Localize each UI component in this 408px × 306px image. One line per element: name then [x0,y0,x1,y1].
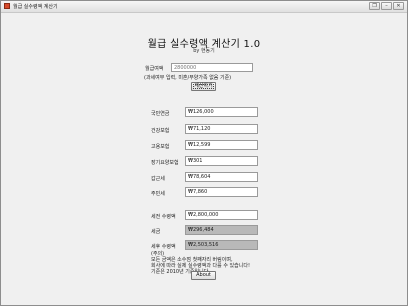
title-bar[interactable]: 월급 실수령액 계산기 ❐ – ✕ [1,1,407,13]
salary-note: (과세여부 입력, 미혼/부양가족 없음 기준) [144,75,232,81]
deduction-value: ₩126,000 [185,107,258,117]
summary-label: 세전 수령액 [151,214,176,220]
deduction-label: 국민연금 [151,111,170,117]
deduction-value: ₩78,604 [185,172,258,182]
summary-label: 세후 수령액 [151,244,176,250]
deduction-value: ₩71,120 [185,124,258,134]
window-controls: ❐ – ✕ [369,2,404,10]
deduction-label: 갑근세 [151,176,165,182]
pre-tax-total: ₩2,800,000 [185,210,258,220]
summary-label: 세금 [151,229,161,235]
deduction-value: ₩301 [185,156,258,166]
minimize-icon[interactable]: – [381,2,392,10]
deduction-value: ₩12,599 [185,140,258,150]
calculate-button[interactable]: 계산하기 [191,82,216,91]
deduction-label: 장기요양보험 [151,160,179,166]
window-title: 월급 실수령액 계산기 [13,4,58,10]
deduction-label: 건강보험 [151,128,170,134]
salary-input[interactable]: 2800000 [171,63,253,72]
salary-label: 월급여액 [145,66,164,72]
tax-total: ₩296,484 [185,225,258,235]
app-window: 월급 실수령액 계산기 ❐ – ✕ 월급 실수령액 계산기 1.0 by 현동기… [0,0,408,306]
deduction-value: ₩7,860 [185,187,258,197]
deduction-label: 주민세 [151,191,165,197]
close-icon[interactable]: ✕ [393,2,404,10]
deduction-label: 고용보험 [151,144,170,150]
app-icon [4,3,10,9]
about-button[interactable]: About [191,271,216,280]
app-author: by 현동기 [193,48,215,54]
net-pay-total: ₩2,503,516 [185,240,258,250]
restore-down-icon[interactable]: ❐ [369,2,380,10]
